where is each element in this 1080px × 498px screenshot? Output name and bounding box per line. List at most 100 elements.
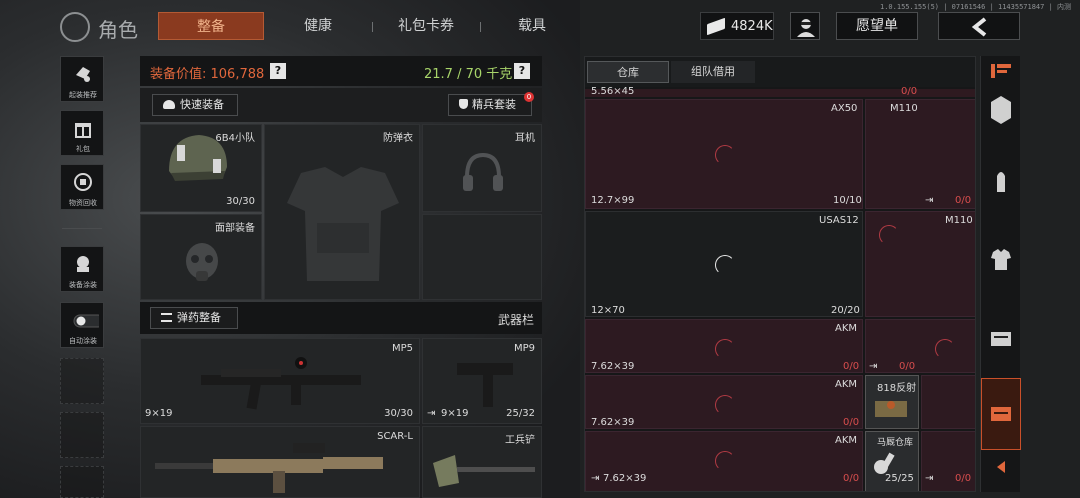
weapons-label: 武器栏 [498,313,535,327]
category-all[interactable] [981,84,1021,140]
headset-slot[interactable]: 耳机 [422,124,542,212]
sidebar-empty-slot [60,466,104,498]
money-icon [707,17,725,36]
item-name: AKM [835,435,858,446]
item-name: AKM [835,379,858,390]
gas-mask-icon [186,243,218,281]
item-name: 818反射 [877,383,917,394]
category-ammo[interactable] [981,156,1021,212]
tab-separator [480,22,481,32]
row-caliber: 12.7×99 [591,195,635,206]
primary-weapon-slot[interactable]: MP5 9×19 30/30 [140,338,420,424]
sidebar-divider [62,228,102,229]
container-icon [991,332,1011,346]
bullet-icon [997,172,1005,192]
currency-display: 4824K [700,12,774,40]
item-ammo: 0/0 [955,195,972,206]
collapse-button[interactable] [981,452,1021,482]
loading-icon [715,255,735,275]
tab-loadout[interactable]: 整备 [158,12,264,40]
currency-amount: 4824K [731,19,773,34]
weight-display: 21.7 / 70 千克 [424,67,513,82]
recycle-icon [74,173,92,191]
weapon-name: SCAR-L [377,431,413,442]
item-ammo: 0/0 [843,473,860,484]
melee-slot[interactable]: 工兵铲 [422,426,542,498]
helmet-name: 6B4小队 [215,133,255,144]
tab-gift-cards[interactable]: 礼包卡券 [378,12,474,40]
weight-help-button[interactable]: ? [514,63,530,79]
avatar-button[interactable] [790,12,820,40]
sort-button[interactable] [981,56,1021,86]
item-name: M110 [945,215,973,226]
back-arrow-icon [971,17,987,37]
exit-icon: ⇥ [427,408,436,419]
chest-icon [991,407,1011,421]
tab-separator [372,22,373,32]
elite-set-label: 精兵套装 [472,98,516,111]
item-name: USAS12 [819,215,859,226]
sidebar-item-auto-paint[interactable]: 自动涂装 [60,302,104,348]
top-bar: 角色 整备 健康 礼包卡券 载具 1.0.155.155(5) | 071615… [0,0,1080,52]
secondary-weapon-slot[interactable]: MP9 9×19 ⇥ 25/32 [422,338,542,424]
category-container[interactable] [981,312,1021,368]
category-special[interactable] [981,378,1021,450]
loading-icon [715,395,735,415]
sort-icon [991,64,1011,78]
item-name: AX50 [831,103,858,114]
tertiary-weapon-slot[interactable]: SCAR-L [140,426,420,498]
back-button[interactable] [938,12,1020,40]
sidebar-item-paint[interactable]: 装备涂装 [60,246,104,292]
loading-icon [879,225,899,245]
extra-gear-slot[interactable] [422,214,542,300]
weapons-header: 弹药整备 武器栏 [140,302,542,334]
shovel-icon [433,455,535,487]
operator-icon [797,19,815,37]
row-caliber: 7.62×39 [591,361,635,372]
tab-vehicles[interactable]: 载具 [486,12,578,40]
face-gear-label: 面部装备 [215,223,255,234]
exit-icon: ⇥ [925,195,934,206]
helmet-small-icon [163,100,175,109]
item-ammo: 20/20 [831,305,860,316]
tab-team-borrow[interactable]: 组队借用 [671,61,755,83]
inventory-panel: 仓库 组队借用 5.56×45 0/0 AX50 M110 12.7×99 10… [584,56,976,492]
value-help-button[interactable]: ? [270,63,286,79]
scar-icon [155,443,383,493]
vest-icon [287,167,399,281]
sidebar-item-loadout-recommend[interactable]: 起装推荐 [60,56,104,102]
tab-warehouse[interactable]: 仓库 [587,61,669,83]
inventory-item-empty[interactable] [865,319,975,373]
ammo-loadout-button[interactable]: 弹药整备 [150,307,238,329]
elite-badge: 0 [524,92,534,102]
globe-icon [60,12,90,42]
sidebar-item-label: 装备涂装 [69,281,97,289]
row-caliber: 7.62×39 [591,417,635,428]
loading-icon [715,451,735,471]
sidebar-item-label: 礼包 [76,145,90,153]
item-ammo: 0/0 [843,417,860,428]
item-ammo: 0/0 [843,361,860,372]
helmet-slot[interactable]: 6B4小队 30/30 [140,124,262,212]
quick-equip-button[interactable]: 快速装备 [152,94,238,116]
category-clothing[interactable] [981,232,1021,288]
elite-set-button[interactable]: 精兵套装 [448,94,532,116]
item-ammo: 0/0 [955,473,972,484]
inventory-grid: 5.56×45 0/0 AX50 M110 12.7×99 10/10 ⇥ 0/… [585,86,975,491]
inventory-row[interactable] [585,89,975,97]
sidebar-item-recycle[interactable]: 物资回收 [60,164,104,210]
sidebar-empty-slot [60,412,104,458]
weapon-name: MP5 [391,343,413,354]
body-armor-slot[interactable]: 防弹衣 [264,124,420,300]
inventory-item-m110[interactable] [865,99,975,209]
face-gear-slot[interactable]: 面部装备 [140,214,262,300]
loading-icon [715,339,735,359]
loading-icon [935,339,955,359]
wishlist-button[interactable]: 愿望单 [836,12,918,40]
page-title: 角色 [98,18,138,42]
tab-health[interactable]: 健康 [270,12,366,40]
sidebar-item-gift[interactable]: 礼包 [60,110,104,156]
inventory-item-empty[interactable] [921,375,975,429]
equipment-value: 装备价值: 106,788 [150,67,265,82]
weapon-ammo: 25/32 [506,408,535,419]
